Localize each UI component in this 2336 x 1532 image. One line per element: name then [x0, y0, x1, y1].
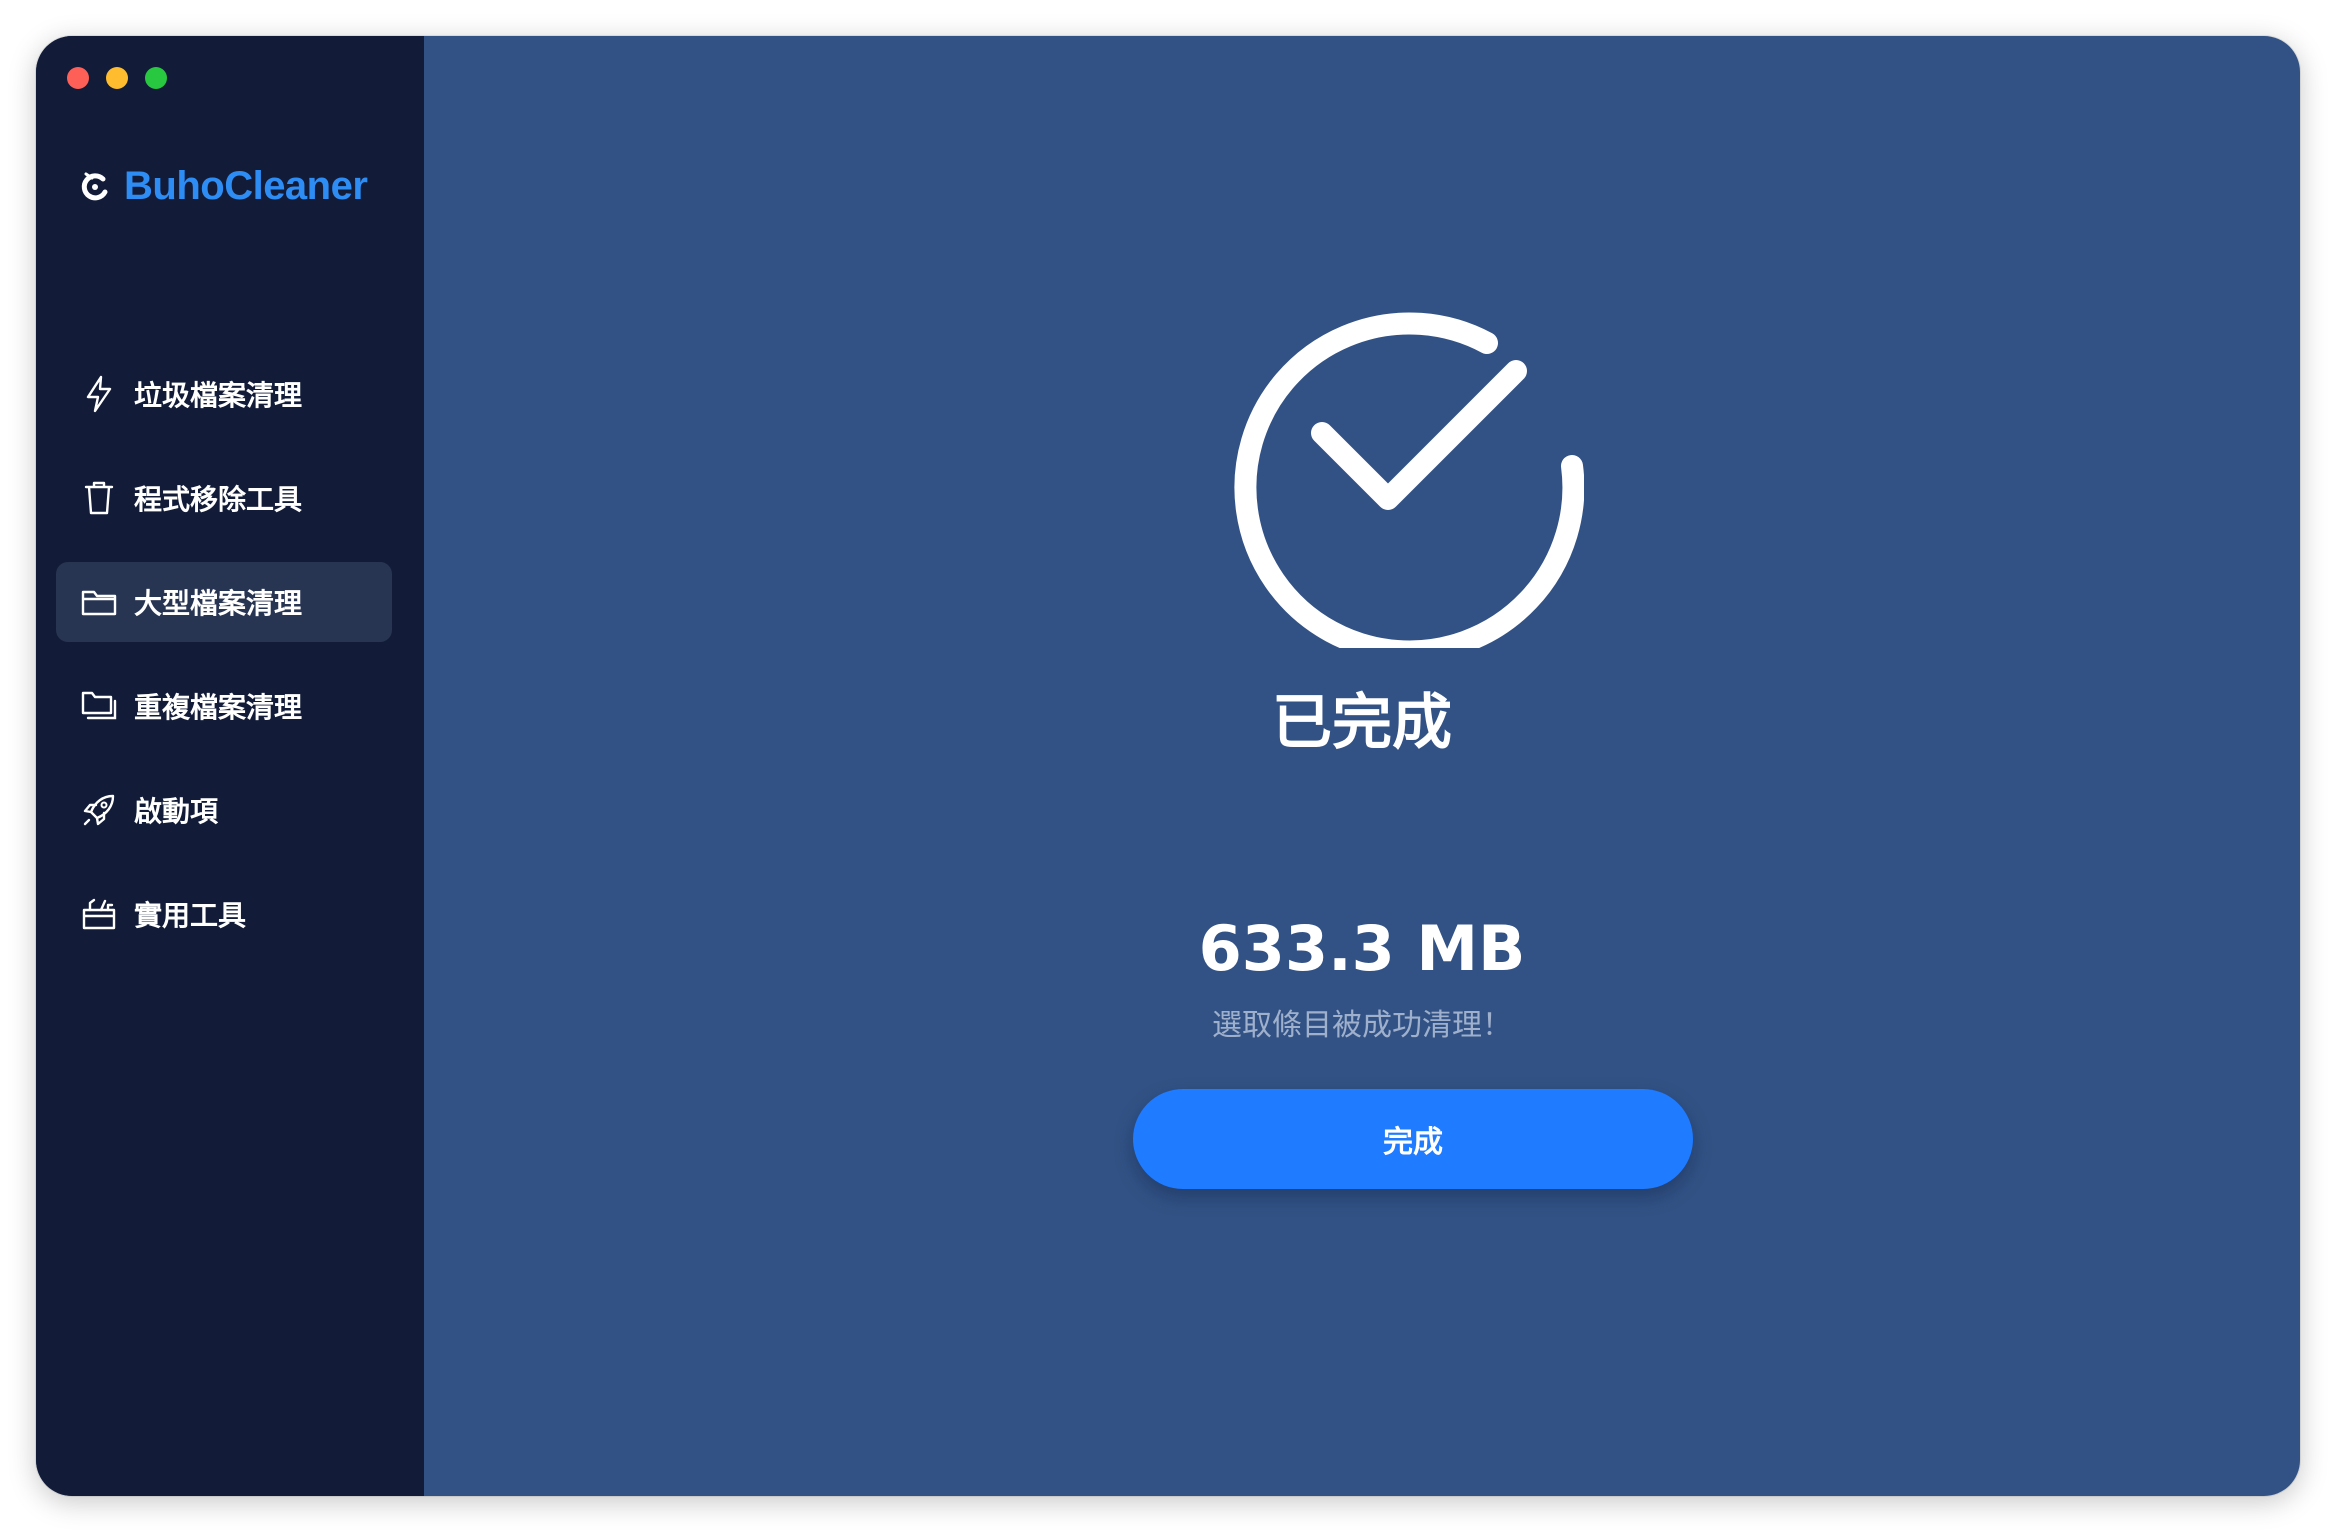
- rocket-icon: [80, 791, 118, 829]
- trash-icon: [80, 479, 118, 517]
- sidebar-item-label: 啟動項: [134, 795, 219, 828]
- main-content: 已完成 633.3 MB 選取條目被成功清理！ 完成: [424, 36, 2300, 1496]
- sidebar-item-large-files[interactable]: 大型檔案清理: [56, 562, 392, 642]
- sidebar-item-label: 實用工具: [134, 899, 247, 932]
- duplicate-folder-icon: [80, 687, 118, 725]
- minimize-window-button[interactable]: [106, 67, 128, 89]
- folder-icon: [80, 583, 118, 621]
- buho-logo-icon: [81, 172, 108, 200]
- completion-message: 選取條目被成功清理！: [1212, 1008, 1512, 1043]
- sidebar-item-toolkit[interactable]: 實用工具: [56, 874, 392, 954]
- toolbox-icon: [80, 895, 118, 933]
- sidebar-item-app-uninstaller[interactable]: 程式移除工具: [56, 458, 392, 538]
- sidebar-item-startup-items[interactable]: 啟動項: [56, 770, 392, 850]
- sidebar-item-label: 程式移除工具: [134, 483, 303, 516]
- check-circle-icon: [1234, 312, 1584, 648]
- sidebar-item-label: 重複檔案清理: [134, 691, 303, 724]
- done-button[interactable]: 完成: [1133, 1089, 1693, 1189]
- completion-title: 已完成: [1272, 688, 1452, 758]
- sidebar-item-duplicate-files[interactable]: 重複檔案清理: [56, 666, 392, 746]
- lightning-icon: [80, 375, 118, 413]
- sidebar: BuhoCleaner 垃圾檔案清理 程式移除工具 大型檔案清理 重複檔案清理 …: [36, 36, 424, 1496]
- sidebar-nav: 垃圾檔案清理 程式移除工具 大型檔案清理 重複檔案清理 啟動項 實用工具: [56, 354, 392, 978]
- cleaned-size: 633.3 MB: [1198, 912, 1526, 985]
- sidebar-item-label: 垃圾檔案清理: [134, 379, 303, 412]
- window-controls: [67, 67, 167, 89]
- close-window-button[interactable]: [67, 67, 89, 89]
- app-logo: BuhoCleaner: [78, 164, 368, 209]
- sidebar-item-junk-cleanup[interactable]: 垃圾檔案清理: [56, 354, 392, 434]
- app-name: BuhoCleaner: [124, 164, 368, 208]
- zoom-window-button[interactable]: [145, 67, 167, 89]
- sidebar-item-label: 大型檔案清理: [134, 587, 303, 620]
- app-window: BuhoCleaner 垃圾檔案清理 程式移除工具 大型檔案清理 重複檔案清理 …: [36, 36, 2300, 1496]
